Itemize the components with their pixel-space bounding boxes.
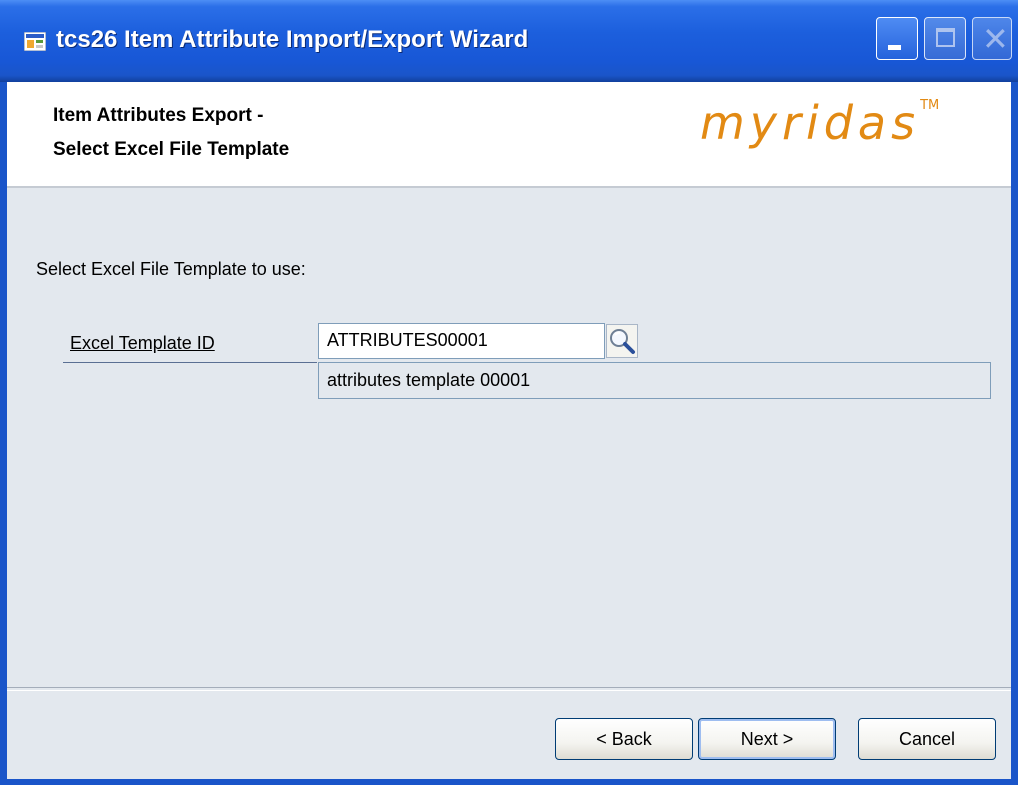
- brand-logo: myridasTM: [700, 96, 939, 150]
- window-border-bottom: [0, 779, 1018, 785]
- header-title: Item Attributes Export - Select Excel Fi…: [53, 99, 289, 167]
- close-button[interactable]: ✕: [972, 17, 1012, 60]
- magnifier-icon: [610, 329, 635, 354]
- title-bar[interactable]: tcs26 Item Attribute Import/Export Wizar…: [0, 0, 1018, 82]
- lookup-button[interactable]: [606, 324, 638, 358]
- minimize-button[interactable]: [876, 17, 918, 60]
- app-icon: [24, 32, 46, 51]
- window-title: tcs26 Item Attribute Import/Export Wizar…: [56, 26, 529, 53]
- window-border-right: [1011, 82, 1018, 785]
- cancel-button[interactable]: Cancel: [858, 718, 996, 760]
- brand-tm: TM: [920, 98, 940, 113]
- excel-template-id-label[interactable]: Excel Template ID: [70, 333, 215, 354]
- header-title-line2: Select Excel File Template: [53, 139, 290, 160]
- field-label-underline: [63, 362, 317, 363]
- wizard-window: tcs26 Item Attribute Import/Export Wizar…: [0, 0, 1018, 785]
- template-description: attributes template 00001: [318, 362, 991, 399]
- prompt-text: Select Excel File Template to use:: [36, 259, 306, 279]
- next-button[interactable]: Next >: [698, 718, 836, 760]
- maximize-icon: [936, 28, 955, 47]
- excel-template-id-input[interactable]: ATTRIBUTES00001: [318, 323, 605, 359]
- footer-separator: [7, 687, 1011, 691]
- brand-name: myridas: [700, 96, 921, 150]
- header-title-line1: Item Attributes Export -: [53, 105, 264, 126]
- close-icon: ✕: [982, 20, 1009, 58]
- window-border-left: [0, 82, 7, 785]
- wizard-header: Item Attributes Export - Select Excel Fi…: [0, 82, 1018, 188]
- back-button[interactable]: < Back: [555, 718, 693, 760]
- maximize-button[interactable]: [924, 17, 966, 60]
- minimize-icon: [888, 45, 901, 50]
